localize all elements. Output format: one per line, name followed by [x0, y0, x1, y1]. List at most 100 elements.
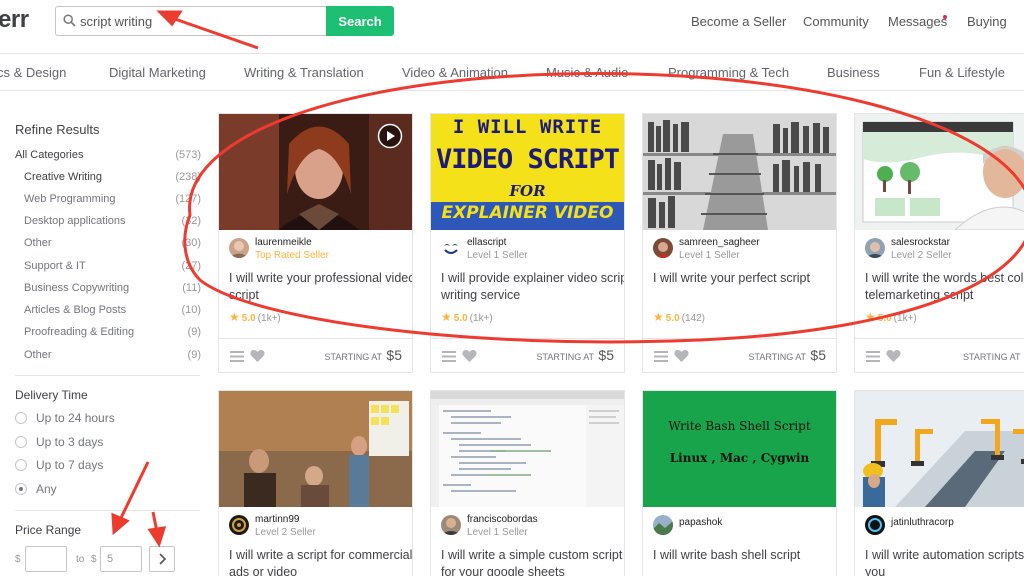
collection-menu-icon[interactable]	[866, 351, 880, 362]
gig-card[interactable]: martinn99 Level 2 Seller I will write a …	[218, 390, 413, 576]
search-box[interactable]	[55, 6, 327, 36]
subcategory-item[interactable]: Web Programming	[24, 193, 116, 205]
radio-button-selected[interactable]	[15, 483, 27, 495]
heart-icon[interactable]	[674, 349, 689, 363]
subcategory-item[interactable]: Other	[24, 237, 52, 249]
subcategory-item[interactable]: Support & IT	[24, 260, 86, 272]
collection-menu-icon[interactable]	[654, 351, 668, 362]
gig-card[interactable]: laurenmeikle Top Rated Seller I will wri…	[218, 113, 413, 373]
gig-title[interactable]: I will write automation scripts for you	[865, 547, 1024, 576]
radio-button[interactable]	[15, 459, 27, 471]
gig-title[interactable]: I will write bash shell script	[653, 547, 836, 564]
heart-icon[interactable]	[886, 349, 901, 363]
gig-card-footer: STARTING AT $5	[219, 338, 412, 372]
gig-title[interactable]: I will write a script for commercial ads…	[229, 547, 412, 576]
subcategory-item[interactable]: Articles & Blog Posts	[24, 304, 126, 316]
price-min-input[interactable]	[25, 546, 67, 572]
gig-title[interactable]: I will write the words best cold call te…	[865, 270, 1024, 304]
gig-thumbnail[interactable]	[431, 391, 624, 507]
subcategory-item[interactable]: Proofreading & Editing	[24, 326, 134, 338]
gig-title[interactable]: I will provide explainer video script wr…	[441, 270, 624, 304]
category-item[interactable]: Fun & Lifestyle	[919, 65, 1005, 80]
category-item[interactable]: cs & Design	[0, 65, 66, 80]
gig-rating: ★ 5.0 (1k+)	[229, 310, 281, 324]
category-item[interactable]: Programming & Tech	[668, 65, 789, 80]
starting-price: STARTING AT $5	[537, 347, 614, 363]
seller-name[interactable]: papashok	[679, 517, 722, 528]
gig-thumbnail[interactable]: Write Bash Shell Script Linux , Mac , Cy…	[643, 391, 836, 507]
classroom-thumbnail-image	[219, 391, 412, 507]
seller-name[interactable]: franciscobordas	[467, 514, 538, 525]
avatar[interactable]	[441, 238, 461, 258]
seller-name[interactable]: ellascript	[467, 237, 506, 248]
subcategory-item[interactable]: Creative Writing	[24, 171, 102, 183]
subcategory-count: (10)	[181, 304, 201, 316]
search-button[interactable]: Search	[326, 6, 394, 36]
gig-card[interactable]: salesrockstar Level 2 Seller I will writ…	[854, 113, 1024, 373]
seller-level: Level 2 Seller	[255, 527, 316, 538]
delivery-option-label: Up to 24 hours	[36, 411, 115, 425]
heart-icon[interactable]	[250, 349, 265, 363]
nav-messages[interactable]: Messages	[888, 14, 947, 29]
price-apply-button[interactable]	[149, 546, 175, 572]
subcategory-item[interactable]: Business Copywriting	[24, 282, 129, 294]
gig-title[interactable]: I will write a simple custom script for …	[441, 547, 624, 576]
nav-become-seller[interactable]: Become a Seller	[691, 14, 786, 29]
category-item[interactable]: Writing & Translation	[244, 65, 364, 80]
avatar[interactable]	[865, 238, 885, 258]
subcategory-item[interactable]: Desktop applications	[24, 215, 126, 227]
avatar[interactable]	[865, 515, 885, 535]
subcategory-count: (9)	[187, 326, 201, 338]
gig-thumbnail[interactable]	[855, 391, 1024, 507]
gig-card[interactable]: jatinluthracorp I will write automation …	[854, 390, 1024, 576]
currency-label: $	[91, 554, 97, 565]
gig-thumbnail[interactable]: I WILL WRITE VIDEO SCRIPT FOR EXPLAINER …	[431, 114, 624, 230]
rating-value: 5.0	[877, 313, 892, 324]
radio-button[interactable]	[15, 412, 27, 424]
subcategory-item[interactable]: Other	[24, 349, 52, 361]
gig-card[interactable]: Write Bash Shell Script Linux , Mac , Cy…	[642, 390, 837, 576]
seller-name[interactable]: samreen_sagheer	[679, 237, 760, 248]
logo[interactable]: err	[0, 6, 29, 34]
nav-buying[interactable]: Buying	[967, 14, 1007, 29]
avatar[interactable]	[653, 238, 673, 258]
category-item[interactable]: Digital Marketing	[109, 65, 206, 80]
category-item[interactable]: Video & Animation	[402, 65, 508, 80]
seller-name[interactable]: laurenmeikle	[255, 237, 312, 248]
search-input[interactable]	[80, 10, 320, 32]
nav-community[interactable]: Community	[803, 14, 869, 29]
gig-card[interactable]: samreen_sagheer Level 1 Seller I will wr…	[642, 113, 837, 373]
collection-menu-icon[interactable]	[230, 351, 244, 362]
all-categories-link[interactable]: All Categories	[15, 149, 83, 161]
seller-name[interactable]: martinn99	[255, 514, 299, 525]
avatar[interactable]	[229, 238, 249, 258]
seller-level: Top Rated Seller	[255, 250, 329, 261]
category-item[interactable]: Music & Audio	[546, 65, 628, 80]
gig-thumbnail[interactable]	[643, 114, 836, 230]
code-editor-thumbnail-image	[431, 391, 624, 507]
gig-thumbnail[interactable]	[855, 114, 1024, 230]
avatar[interactable]	[229, 515, 249, 535]
avatar[interactable]	[653, 515, 673, 535]
avatar[interactable]	[441, 515, 461, 535]
gig-thumbnail[interactable]	[219, 114, 412, 230]
seller-level: Level 1 Seller	[467, 527, 528, 538]
star-icon: ★	[653, 310, 664, 324]
gig-thumbnail[interactable]	[219, 391, 412, 507]
subcategory-count: (27)	[181, 260, 201, 272]
seller-name[interactable]: salesrockstar	[891, 237, 950, 248]
collection-menu-icon[interactable]	[442, 351, 456, 362]
gig-card[interactable]: franciscobordas Level 1 Seller I will wr…	[430, 390, 625, 576]
heart-icon[interactable]	[462, 349, 477, 363]
gig-title[interactable]: I will write your professional video scr…	[229, 270, 412, 304]
seller-level: Level 1 Seller	[467, 250, 528, 261]
category-item[interactable]: Business	[827, 65, 880, 80]
star-icon: ★	[441, 310, 452, 324]
play-icon[interactable]	[377, 123, 403, 149]
rating-value: 5.0	[665, 313, 680, 324]
gig-title[interactable]: I will write your perfect script	[653, 270, 836, 287]
price-max-input[interactable]	[100, 546, 142, 572]
radio-button[interactable]	[15, 436, 27, 448]
gig-card[interactable]: I WILL WRITE VIDEO SCRIPT FOR EXPLAINER …	[430, 113, 625, 373]
seller-name[interactable]: jatinluthracorp	[891, 517, 954, 528]
